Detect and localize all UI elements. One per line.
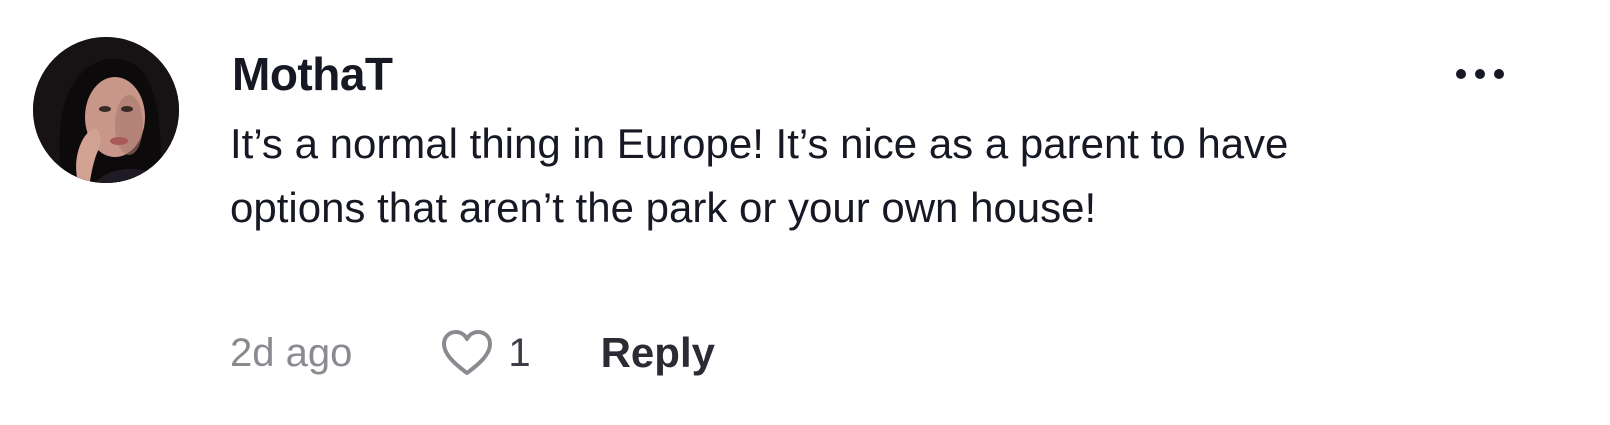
reply-button[interactable]: Reply [601,329,715,377]
timestamp: 2d ago [230,330,353,375]
avatar[interactable] [33,37,179,183]
like-count: 1 [508,330,531,375]
comment-text: It’s a normal thing in Europe! It’s nice… [230,120,1289,231]
more-options-button[interactable] [1440,56,1520,92]
heart-outline-icon [442,330,493,375]
like-button[interactable]: 1 [440,329,531,377]
more-horizontal-icon [1456,69,1466,79]
avatar-image [33,37,179,183]
comment-item: MothaT It’s a normal thing in Europe! It… [0,0,1610,425]
more-dot [1475,69,1485,79]
username[interactable]: MothaT [232,42,393,106]
more-dot [1494,69,1504,79]
comment-meta: 2d ago 1 Reply [230,322,715,384]
